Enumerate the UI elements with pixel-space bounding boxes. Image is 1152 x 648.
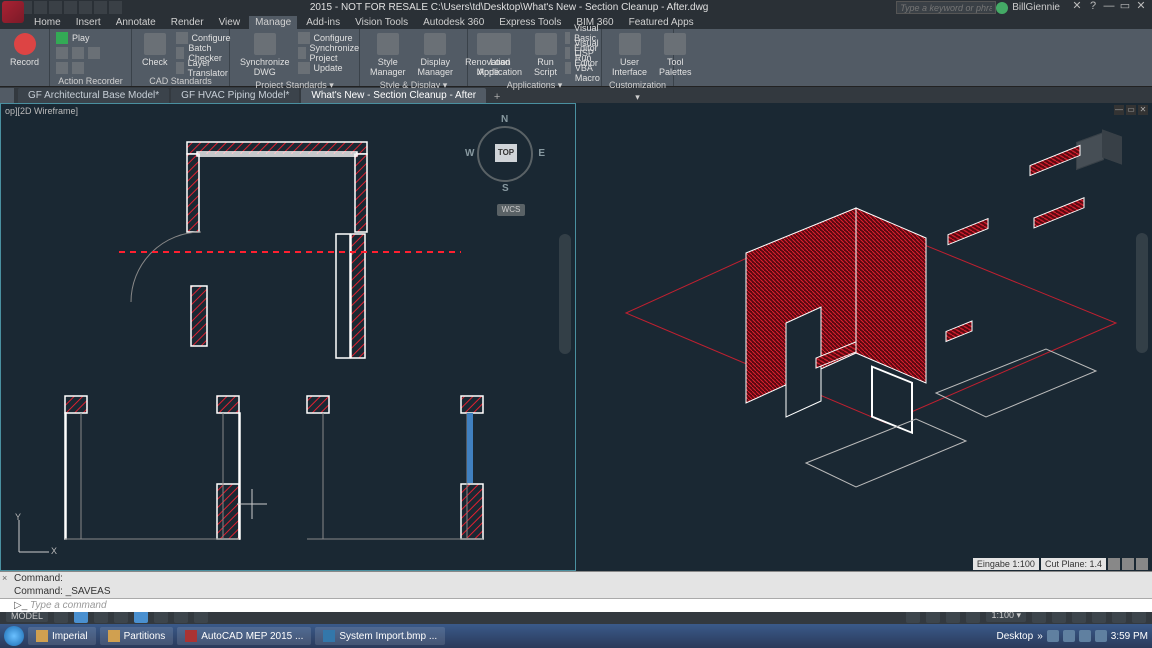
command-window[interactable]: × Command: Command: _SAVEAS ▷_ Type a co…: [0, 571, 1152, 607]
sync-dwg-button[interactable]: Synchronize DWG: [236, 31, 294, 79]
tray-chevron-icon[interactable]: »: [1037, 631, 1043, 642]
tray-icon-1[interactable]: [1047, 630, 1059, 642]
cmd-history-2: Command: _SAVEAS: [0, 585, 1152, 598]
window-controls: ✕ ? — ▭ ✕: [1070, 1, 1148, 14]
tab-express[interactable]: Express Tools: [493, 16, 567, 29]
action-icon-2[interactable]: [72, 47, 84, 59]
app-logo[interactable]: [2, 1, 24, 23]
cmd-close-icon[interactable]: ×: [2, 573, 7, 583]
title-bar: 2015 - NOT FOR RESALE C:\Users\td\Deskto…: [0, 0, 1152, 15]
taskbar-item-3[interactable]: System Import.bmp ...: [315, 627, 445, 645]
action-icon-3[interactable]: [88, 47, 100, 59]
tool-palettes-button[interactable]: Tool Palettes: [655, 31, 696, 79]
svg-text:Y: Y: [15, 512, 21, 522]
tab-manage[interactable]: Manage: [249, 16, 297, 29]
taskbar-item-0[interactable]: Imperial: [28, 627, 96, 645]
action-icon-5[interactable]: [72, 62, 84, 74]
tab-a360[interactable]: Autodesk 360: [417, 16, 490, 29]
dwg-tab-0[interactable]: GF Architectural Base Model*: [18, 88, 169, 103]
help-search-input[interactable]: [896, 1, 996, 14]
ribbon-body: Record Play Action Recorder ▾ Check Conf…: [0, 29, 1152, 87]
user-name: BillGiennie: [1012, 2, 1060, 13]
viewport-status: Eingabe 1:100 Cut Plane: 1.4: [973, 557, 1152, 571]
play-button[interactable]: Play: [56, 31, 100, 45]
qat-save-icon[interactable]: [34, 1, 47, 14]
autocad-icon: [185, 630, 197, 642]
user-interface-button[interactable]: User Interface: [608, 31, 651, 79]
folder-icon: [108, 630, 120, 642]
action-icon-1[interactable]: [56, 47, 68, 59]
image-icon: [323, 630, 335, 642]
tab-insert[interactable]: Insert: [70, 16, 107, 29]
style-manager-button[interactable]: Style Manager: [366, 31, 410, 79]
tray-icon-2[interactable]: [1063, 630, 1075, 642]
qat-undo-icon[interactable]: [79, 1, 92, 14]
svg-text:X: X: [51, 546, 57, 556]
tab-render[interactable]: Render: [165, 16, 210, 29]
viewport-3d[interactable]: — ▭ ✕: [576, 103, 1152, 571]
drawing-2d: [1, 104, 575, 570]
vba-button[interactable]: Run VBA Macro: [565, 61, 606, 75]
window-title: 2015 - NOT FOR RESALE C:\Users\td\Deskto…: [122, 2, 896, 13]
dwg-tab-2[interactable]: What's New - Section Cleanup - After: [301, 88, 486, 103]
layer-translator-button[interactable]: Layer Translator: [176, 61, 232, 75]
viewport-area: op][2D Wireframe] N S E W TOP WCS: [0, 103, 1152, 571]
vp-opt-icon-3[interactable]: [1136, 558, 1148, 570]
action-icon-4[interactable]: [56, 62, 68, 74]
qat-more-icon[interactable]: [109, 1, 122, 14]
folder-icon: [36, 630, 48, 642]
run-script-button[interactable]: Run Script: [530, 31, 561, 79]
sync-project-button[interactable]: Synchronize Project: [298, 46, 364, 60]
drawing-3d: [576, 103, 1152, 571]
cmd-history-1: Command:: [0, 572, 1152, 585]
tray-icon-4[interactable]: [1095, 630, 1107, 642]
clock[interactable]: 3:59 PM: [1111, 631, 1148, 642]
desktop-label[interactable]: Desktop: [997, 631, 1034, 642]
check-button[interactable]: Check: [138, 31, 172, 75]
add-drawing-tab[interactable]: +: [488, 91, 506, 103]
display-manager-button[interactable]: Display Manager: [414, 31, 458, 79]
close-button[interactable]: ✕: [1134, 1, 1148, 14]
tab-view[interactable]: View: [213, 16, 247, 29]
cut-plane-field[interactable]: Cut Plane: 1.4: [1041, 558, 1106, 570]
update-button[interactable]: Update: [298, 61, 364, 75]
dwg-tab-1[interactable]: GF HVAC Piping Model*: [171, 88, 299, 103]
vp-opt-icon-1[interactable]: [1108, 558, 1120, 570]
exchange-icon[interactable]: ✕: [1070, 1, 1084, 14]
maximize-button[interactable]: ▭: [1118, 1, 1132, 14]
help-icon[interactable]: ?: [1086, 1, 1100, 14]
panel-customization[interactable]: Customization ▾: [608, 79, 667, 91]
minimize-button[interactable]: —: [1102, 1, 1116, 14]
load-application-button[interactable]: Load Application: [474, 31, 526, 79]
taskbar-item-1[interactable]: Partitions: [100, 627, 174, 645]
tab-featured[interactable]: Featured Apps: [623, 16, 700, 29]
panel-applications[interactable]: Applications ▾: [474, 79, 595, 91]
tab-annotate[interactable]: Annotate: [110, 16, 162, 29]
windows-taskbar: Imperial Partitions AutoCAD MEP 2015 ...…: [0, 624, 1152, 648]
record-button[interactable]: Record: [6, 31, 43, 69]
start-button[interactable]: [4, 626, 24, 646]
cmd-input: ▷_ Type a command: [0, 598, 1152, 612]
system-tray: Desktop » 3:59 PM: [997, 630, 1149, 642]
viewport-2d[interactable]: op][2D Wireframe] N S E W TOP WCS: [0, 103, 576, 571]
qat-plot-icon[interactable]: [64, 1, 77, 14]
qat-redo-icon[interactable]: [94, 1, 107, 14]
user-icon: [996, 2, 1008, 14]
tab-home[interactable]: Home: [28, 16, 67, 29]
panel-cad-standards: CAD Standards: [138, 75, 223, 87]
tab-vision[interactable]: Vision Tools: [349, 16, 414, 29]
panel-action-recorder[interactable]: Action Recorder ▾: [56, 75, 125, 87]
ucs-icon-2d: XY: [11, 510, 61, 560]
qat-saveas-icon[interactable]: [49, 1, 62, 14]
tab-addins[interactable]: Add-ins: [300, 16, 346, 29]
tray-icon-3[interactable]: [1079, 630, 1091, 642]
view-scale-field[interactable]: Eingabe 1:100: [973, 558, 1039, 570]
taskbar-item-2[interactable]: AutoCAD MEP 2015 ...: [177, 627, 311, 645]
user-account[interactable]: BillGiennie: [996, 2, 1060, 14]
vp-opt-icon-2[interactable]: [1122, 558, 1134, 570]
